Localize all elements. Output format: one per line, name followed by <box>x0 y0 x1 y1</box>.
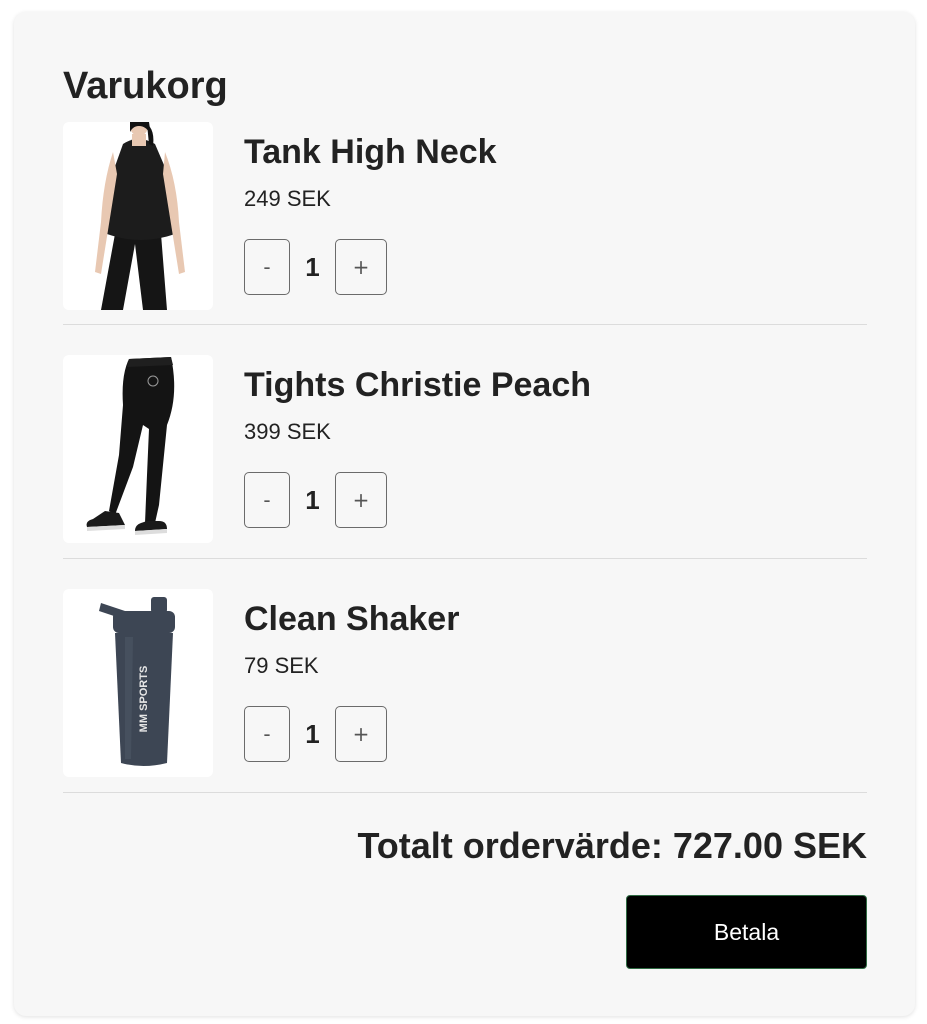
shaker-product-image[interactable]: MM SPORTS <box>63 589 213 777</box>
cart-item: Tights Christie Peach 399 SEK - 1 + <box>63 325 867 559</box>
item-info: Tank High Neck 249 SEK - 1 + <box>244 122 497 324</box>
tights-illustration <box>86 357 175 535</box>
item-price: 249 SEK <box>244 186 331 211</box>
cart-item: Tank High Neck 249 SEK - 1 + <box>63 122 867 325</box>
cart-panel: Varukorg Tank High Neck 249 SEK - 1 + Ti… <box>14 12 915 1016</box>
quantity-value: 1 <box>305 484 320 515</box>
item-price: 399 SEK <box>244 419 331 444</box>
quantity-value: 1 <box>305 251 320 282</box>
shaker-illustration: MM SPORTS <box>99 597 175 766</box>
quantity-stepper: - 1 + <box>244 239 497 295</box>
item-name[interactable]: Clean Shaker <box>244 599 459 639</box>
quantity-stepper: - 1 + <box>244 706 459 762</box>
increase-quantity-button[interactable]: + <box>335 472 387 528</box>
item-info: Tights Christie Peach 399 SEK - 1 + <box>244 355 591 558</box>
item-info: Clean Shaker 79 SEK - 1 + <box>244 589 459 792</box>
quantity-value: 1 <box>305 718 320 749</box>
decrease-quantity-button[interactable]: - <box>244 472 290 528</box>
decrease-quantity-button[interactable]: - <box>244 239 290 295</box>
item-name[interactable]: Tights Christie Peach <box>244 365 591 405</box>
quantity-stepper: - 1 + <box>244 472 591 528</box>
shaker-logo-text: MM SPORTS <box>138 666 150 733</box>
increase-quantity-button[interactable]: + <box>335 706 387 762</box>
cart-title: Varukorg <box>63 65 228 107</box>
checkout-actions: Betala <box>63 895 867 969</box>
decrease-quantity-button[interactable]: - <box>244 706 290 762</box>
cart-items-list: Tank High Neck 249 SEK - 1 + Tights Chri… <box>63 122 867 793</box>
order-total: Totalt ordervärde: 727.00 SEK <box>357 825 867 866</box>
tank-top-illustration <box>95 122 185 310</box>
cart-item: MM SPORTS Clean Shaker 79 SEK - 1 + <box>63 559 867 793</box>
item-name[interactable]: Tank High Neck <box>244 132 497 172</box>
increase-quantity-button[interactable]: + <box>335 239 387 295</box>
item-price: 79 SEK <box>244 653 319 678</box>
tank-top-product-image[interactable] <box>63 122 213 310</box>
pay-button[interactable]: Betala <box>626 895 867 969</box>
tights-product-image[interactable] <box>63 355 213 543</box>
